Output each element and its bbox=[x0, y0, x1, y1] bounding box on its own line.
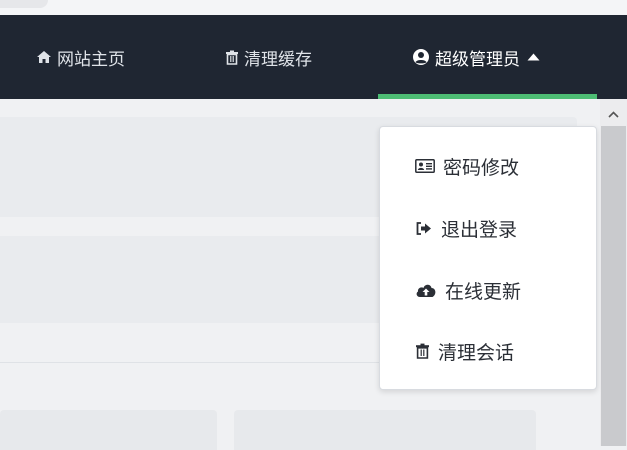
menu-item-clear-session[interactable]: 清理会话 bbox=[380, 326, 596, 376]
trash-icon bbox=[415, 343, 430, 359]
top-strip bbox=[0, 0, 627, 15]
nav-admin-label: 超级管理员 bbox=[435, 49, 520, 70]
sign-out-icon bbox=[415, 221, 433, 236]
nav-admin-dropdown-toggle[interactable]: 超级管理员 bbox=[412, 15, 540, 99]
menu-item-online-update[interactable]: 在线更新 bbox=[380, 265, 596, 315]
menu-item-change-password[interactable]: 密码修改 bbox=[380, 141, 596, 191]
home-icon bbox=[36, 50, 52, 64]
nav-home-label: 网站主页 bbox=[57, 49, 125, 70]
content-card bbox=[0, 410, 217, 450]
cloud-upload-icon bbox=[415, 282, 437, 298]
trash-icon bbox=[225, 50, 239, 65]
scroll-up-button[interactable] bbox=[600, 99, 627, 126]
caret-up-icon bbox=[527, 53, 540, 61]
nav-home-link[interactable]: 网站主页 bbox=[36, 15, 125, 99]
menu-item-label: 退出登录 bbox=[441, 218, 518, 241]
nav-clear-cache-label: 清理缓存 bbox=[244, 49, 312, 70]
menu-item-label: 在线更新 bbox=[445, 280, 522, 303]
menu-item-label: 密码修改 bbox=[443, 156, 520, 179]
user-circle-icon bbox=[412, 48, 430, 66]
menu-item-logout[interactable]: 退出登录 bbox=[380, 203, 596, 253]
admin-dropdown-menu: 密码修改 退出登录 在线更新 清理会话 bbox=[379, 126, 597, 390]
content-card bbox=[234, 410, 536, 450]
nav-clear-cache-link[interactable]: 清理缓存 bbox=[225, 15, 312, 99]
vertical-scrollbar[interactable] bbox=[600, 99, 627, 446]
top-navbar: 网站主页 清理缓存 超级管理员 bbox=[0, 15, 627, 99]
browser-tab-stub bbox=[0, 0, 48, 8]
chevron-up-icon bbox=[608, 103, 619, 122]
id-card-icon bbox=[415, 159, 435, 173]
menu-item-label: 清理会话 bbox=[438, 341, 515, 364]
scrollbar-thumb[interactable] bbox=[601, 126, 626, 446]
